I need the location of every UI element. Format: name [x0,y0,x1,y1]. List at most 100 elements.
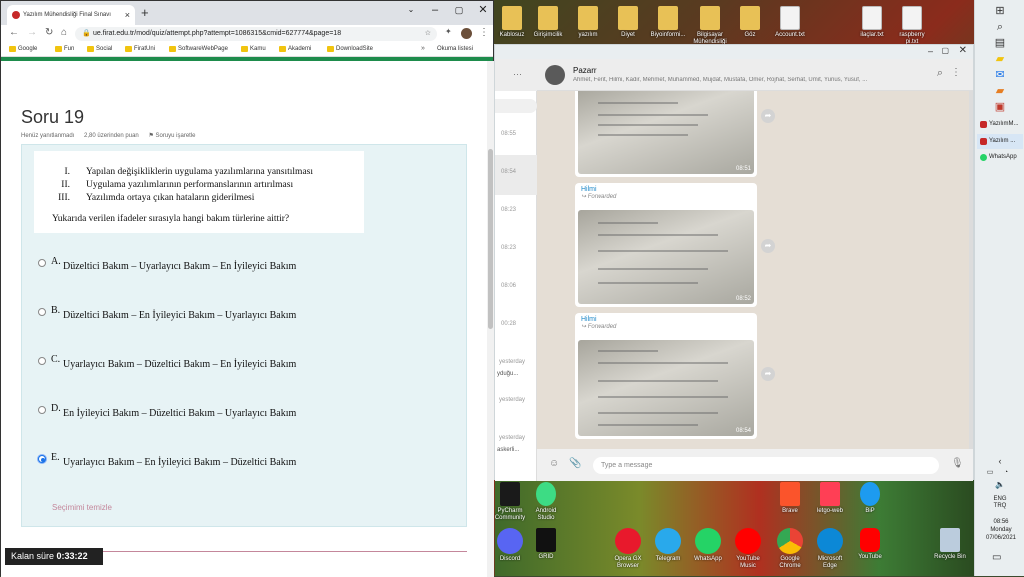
message-photo[interactable]: 08:54 [578,340,754,436]
desktop-icon[interactable]: Bilgisayar Mühendisliği [692,6,728,46]
system-clock[interactable]: 08:56 Monday 07/06/2021 [984,518,1018,542]
menu-icon[interactable]: ⋮ [951,67,961,78]
avatar[interactable] [461,28,472,39]
windows-start-icon[interactable]: ⊞ [993,4,1007,18]
bookmark-item[interactable]: Akademi [279,44,311,54]
desktop-icon[interactable]: Brave [772,482,808,515]
desktop-icon[interactable]: Android Studio [528,482,564,522]
message-input[interactable]: Type a message [593,457,939,474]
desktop-icon[interactable]: PyCharm Community [492,482,528,522]
home-icon[interactable]: ⌂ [61,27,67,38]
close-icon[interactable]: ✕ [471,1,495,21]
store-icon[interactable]: ▣ [993,100,1007,114]
bookmark-item[interactable]: FiratUni [125,44,155,54]
desktop-icon[interactable]: Kablosuz [494,6,530,39]
desktop-icon[interactable]: Microsoft Edge [812,528,848,570]
desktop-icon[interactable]: Opera GX Browser [610,528,646,570]
desktop-icon[interactable]: Diyet [610,6,646,39]
bookmark-star-icon[interactable]: ☆ [425,27,431,41]
close-icon[interactable]: ✕ [959,45,967,56]
language-indicator[interactable]: ENG TRQ [985,496,1015,510]
maximize-icon[interactable]: ▢ [447,1,471,21]
menu-icon[interactable]: ⋯ [513,69,522,80]
bookmark-item[interactable]: Fun [55,44,74,54]
message-time: 08:54 [735,428,751,434]
taskbar-app[interactable]: WhatsApp [977,150,1023,165]
forward-icon[interactable]: ➦ [761,109,775,123]
radio-button[interactable] [38,259,46,267]
desktop-icon[interactable]: Biyoinformi... [650,6,686,39]
reading-list[interactable]: Okuma listesi [437,46,473,52]
image-message[interactable]: 08:51 [575,91,757,177]
address-bar[interactable]: 🔒 ue.firat.edu.tr/mod/quiz/attempt.php?a… [75,27,437,41]
minimize-icon[interactable]: – [928,46,933,56]
desktop-icon[interactable]: Girişimcilik [530,6,566,39]
minimize-icon[interactable]: – [423,1,447,21]
page-scrollbar[interactable] [487,61,494,577]
close-tab-icon[interactable]: × [125,5,130,25]
radio-button[interactable] [38,357,46,365]
desktop-icon[interactable]: ilaçlar.txt [854,6,890,39]
desktop-icon[interactable]: BiP [852,482,888,515]
search-icon[interactable]: ⌕ [993,20,1007,34]
avatar[interactable] [545,65,565,85]
bookmark-item[interactable]: Social [87,44,112,54]
back-icon[interactable]: ← [9,27,19,38]
taskbar-app[interactable]: YazılımM... [977,117,1023,132]
speaker-icon[interactable]: 🔈 [993,478,1007,492]
tab-search-icon[interactable]: ⌄ [399,1,423,21]
scrollbar-thumb[interactable] [488,149,493,329]
desktop-icon[interactable]: Discord [492,528,528,563]
taskbar-app-active[interactable]: Yazılım ... [977,134,1023,149]
forward-icon[interactable]: ➦ [761,239,775,253]
maximize-icon[interactable]: ▢ [941,46,949,55]
bookmark-item[interactable]: SoftwareWebPage [169,44,228,54]
image-message[interactable]: Hilmi ↪ Forwarded 08:52 [575,183,757,307]
task-view-icon[interactable]: ▤ [993,36,1007,50]
emoji-icon[interactable]: ☺ [549,458,559,469]
desktop-icon[interactable]: WhatsApp [690,528,726,563]
desktop-icon[interactable]: Google Chrome [772,528,808,570]
bookmark-item[interactable]: Google [9,44,37,54]
clear-choice-link[interactable]: Seçimimi temizle [52,503,112,512]
desktop-icon[interactable]: Göz [732,6,768,39]
folder-icon[interactable]: ▰ [993,84,1007,98]
attach-icon[interactable]: 📎 [569,458,581,469]
desktop-icon[interactable]: YouTube Music [730,528,766,570]
image-message[interactable]: Hilmi ↪ Forwarded 08:54 [575,313,757,439]
extensions-icon[interactable]: ✦ [445,27,452,36]
desktop-icon[interactable]: Recycle Bin [932,528,968,561]
browser-tab[interactable]: Yazılım Mühendisliği Final Sınavı × [7,5,135,25]
search-icon[interactable]: ⌕ [937,67,943,80]
desktop-icon[interactable]: letgo-web [812,482,848,515]
desktop-icon[interactable]: raspberry pi.txt [894,6,930,46]
mail-icon[interactable]: ✉ [993,68,1007,82]
flag-icon[interactable]: ⚑ [148,133,153,139]
notification-icon[interactable]: ▭ [992,552,1001,563]
desktop-icon[interactable]: YouTube [852,528,888,561]
radio-button[interactable] [38,308,46,316]
chrome-menu-icon[interactable]: ⋮ [479,27,489,38]
flag-question-link[interactable]: Soruyu işaretle [156,133,196,139]
forward-icon[interactable]: → [27,27,37,38]
forward-icon[interactable]: ➦ [761,367,775,381]
bookmark-item[interactable]: DownloadSite [327,44,373,54]
chat-scrollbar[interactable] [969,91,973,449]
message-photo[interactable]: 08:51 [578,91,754,174]
desktop-icon[interactable]: yazılım [570,6,606,39]
desktop-icon[interactable]: Telegram [650,528,686,563]
file-explorer-icon[interactable]: ▰ [993,52,1007,66]
radio-button-selected[interactable] [38,455,46,463]
search-chats[interactable] [495,99,537,113]
chat-header[interactable]: Pazarr Ahmet, Ferit, Hilmi, Kadir, Mehme… [537,59,973,91]
message-photo[interactable]: 08:52 [578,210,754,304]
desktop-icon[interactable]: Account.txt [772,6,808,39]
reload-icon[interactable]: ↻ [45,27,53,38]
chat-item-selected[interactable] [495,155,537,195]
bookmark-item[interactable]: Kamu [241,44,266,54]
new-tab-icon[interactable]: + [141,5,149,20]
desktop-icon[interactable]: GRID [528,528,564,561]
microphone-icon[interactable]: 🎙 [951,458,964,469]
radio-button[interactable] [38,406,46,414]
more-bookmarks-icon[interactable]: » [421,45,425,52]
